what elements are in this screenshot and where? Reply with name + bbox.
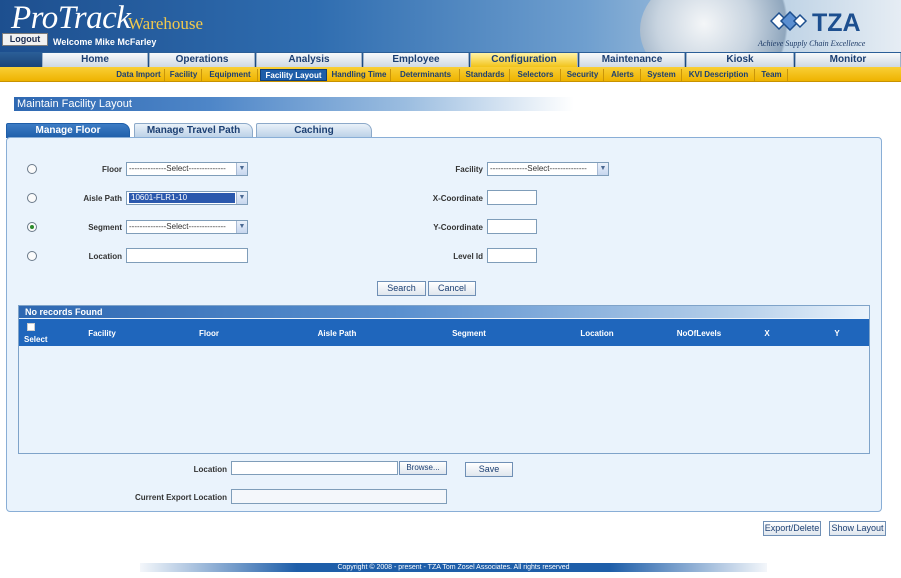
subnav-item-determinants[interactable]: Determinants — [392, 69, 460, 81]
subnav-item-selectors[interactable]: Selectors — [511, 69, 561, 81]
footer-copyright: Copyright © 2008 - present - TZA Tom Zos… — [140, 563, 767, 572]
column-header-segment[interactable]: Segment — [439, 329, 499, 338]
diamond-logo-icon — [770, 11, 808, 31]
nav-tab-label: Analysis — [288, 54, 330, 65]
subnav-item-alerts[interactable]: Alerts — [605, 69, 641, 81]
floor-select-value: --------------Select-------------- — [129, 164, 226, 173]
grid-header: Select Facility Floor Aisle Path Segment… — [19, 319, 869, 346]
nav-tab-employee[interactable]: Employee — [363, 53, 469, 67]
y-coordinate-input[interactable] — [487, 219, 537, 234]
sub-nav: Data Import Facility Equipment Facility … — [0, 67, 901, 82]
nav-tab-configuration[interactable]: Configuration — [470, 53, 578, 67]
subnav-item-team[interactable]: Team — [756, 69, 788, 81]
show-layout-button[interactable]: Show Layout — [829, 521, 886, 536]
column-header-x[interactable]: X — [757, 329, 777, 338]
subnav-item-standards[interactable]: Standards — [461, 69, 510, 81]
chevron-down-icon: ▼ — [236, 192, 247, 204]
search-button[interactable]: Search — [377, 281, 426, 296]
nav-tab-label: Monitor — [829, 54, 867, 65]
x-coordinate-label: X-Coordinate — [432, 194, 483, 203]
subnav-item-data-import[interactable]: Data Import — [113, 69, 165, 81]
subnav-item-facility[interactable]: Facility — [166, 69, 202, 81]
location-label: Location — [88, 252, 122, 261]
nav-tab-label: Operations — [175, 54, 229, 65]
subnav-item-handling-time[interactable]: Handling Time — [328, 69, 391, 81]
page: ProTrack Warehouse Logout Welcome Mike M… — [0, 0, 901, 578]
logo-sub: Warehouse — [128, 14, 204, 33]
logout-button[interactable]: Logout — [2, 33, 48, 46]
aisle-path-label: Aisle Path — [83, 194, 122, 203]
nav-tab-maintenance[interactable]: Maintenance — [579, 53, 685, 67]
nav-tab-analysis[interactable]: Analysis — [256, 53, 362, 67]
aisle-path-select-value: 10601-FLR1-10 — [129, 193, 235, 203]
subnav-item-equipment[interactable]: Equipment — [203, 69, 258, 81]
column-header-floor[interactable]: Floor — [189, 329, 229, 338]
subnav-item-kvi-description[interactable]: KVI Description — [683, 69, 755, 81]
export-location-label: Location — [193, 465, 227, 474]
level-id-label: Level Id — [453, 252, 483, 261]
welcome-text: Welcome Mike McFarley — [53, 37, 157, 47]
export-location-input[interactable] — [231, 461, 398, 475]
nav-tab-label: Configuration — [491, 54, 557, 65]
chevron-down-icon: ▼ — [236, 163, 247, 175]
grid-caption: No records Found — [19, 306, 869, 318]
nav-tab-operations[interactable]: Operations — [149, 53, 255, 67]
x-coordinate-input[interactable] — [487, 190, 537, 205]
cancel-button[interactable]: Cancel — [428, 281, 476, 296]
tagline: Achieve Supply Chain Excellence — [758, 39, 866, 48]
browse-button[interactable]: Browse... — [399, 461, 447, 475]
save-button[interactable]: Save — [465, 462, 513, 477]
page-title: Maintain Facility Layout — [14, 97, 574, 111]
floor-select[interactable]: --------------Select-------------- ▼ — [126, 162, 248, 176]
current-export-location-label: Current Export Location — [134, 493, 227, 502]
chevron-down-icon: ▼ — [236, 221, 247, 233]
subnav-item-system[interactable]: System — [642, 69, 682, 81]
location-input[interactable] — [126, 248, 248, 263]
segment-select[interactable]: --------------Select-------------- ▼ — [126, 220, 248, 234]
column-header-aisle-path[interactable]: Aisle Path — [307, 329, 367, 338]
main-nav: Home Operations Analysis Employee Config… — [0, 52, 901, 67]
nav-tab-label: Kiosk — [726, 54, 754, 65]
tab-caching[interactable]: Caching — [256, 123, 372, 138]
select-column-header: Select — [24, 335, 48, 344]
floor-label: Floor — [102, 165, 122, 174]
facility-label: Facility — [455, 165, 483, 174]
tab-manage-floor[interactable]: Manage Floor — [6, 123, 130, 138]
subnav-item-security[interactable]: Security — [562, 69, 604, 81]
nav-tab-home[interactable]: Home — [42, 53, 148, 67]
aisle-path-select[interactable]: 10601-FLR1-10 ▼ — [126, 191, 248, 205]
select-all-checkbox[interactable] — [27, 323, 35, 331]
subnav-item-facility-layout[interactable]: Facility Layout — [260, 69, 327, 81]
tza-logo: TZA Achieve Supply Chain Excellence — [758, 8, 880, 48]
export-delete-button[interactable]: Export/Delete — [763, 521, 821, 536]
brand-name: TZA — [812, 9, 861, 37]
logo-main: ProTrack — [11, 0, 131, 36]
facility-select-value: --------------Select-------------- — [490, 164, 587, 173]
column-header-no-of-levels[interactable]: NoOfLevels — [664, 329, 734, 338]
tab-manage-travel-path[interactable]: Manage Travel Path — [134, 123, 253, 138]
nav-tab-monitor[interactable]: Monitor — [795, 53, 901, 67]
nav-tab-label: Employee — [392, 54, 440, 65]
current-export-location-field — [231, 489, 447, 504]
nav-tab-label: Maintenance — [601, 54, 663, 65]
column-header-y[interactable]: Y — [827, 329, 847, 338]
chevron-down-icon: ▼ — [597, 163, 608, 175]
segment-label: Segment — [88, 223, 122, 232]
facility-select[interactable]: --------------Select-------------- ▼ — [487, 162, 609, 176]
column-header-location[interactable]: Location — [569, 329, 625, 338]
header: ProTrack Warehouse Logout Welcome Mike M… — [0, 0, 901, 52]
column-header-facility[interactable]: Facility — [77, 329, 127, 338]
results-grid: No records Found Select Facility Floor A… — [18, 305, 870, 454]
segment-select-value: --------------Select-------------- — [129, 222, 226, 231]
level-id-input[interactable] — [487, 248, 537, 263]
nav-tab-label: Home — [81, 54, 109, 65]
nav-tab-kiosk[interactable]: Kiosk — [686, 53, 794, 67]
y-coordinate-label: Y-Coordinate — [433, 223, 483, 232]
